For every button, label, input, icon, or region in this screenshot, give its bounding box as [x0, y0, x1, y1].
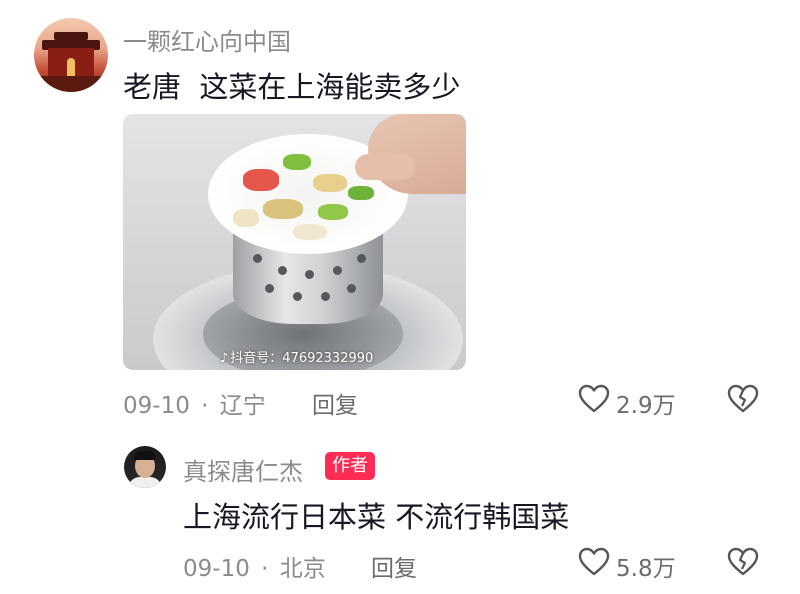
- comment-image[interactable]: ♪ 抖音号：47692332990: [123, 114, 466, 370]
- like-count: 5.8万: [616, 556, 676, 582]
- watermark-text: 抖音号：47692332990: [230, 351, 374, 366]
- image-watermark: ♪ 抖音号：47692332990: [220, 347, 373, 366]
- reply-button[interactable]: 回复: [312, 386, 358, 420]
- heart-outline-icon[interactable]: [578, 547, 610, 577]
- broken-heart-icon[interactable]: [727, 384, 759, 414]
- author-badge: 作者: [325, 452, 375, 480]
- avatar[interactable]: [34, 18, 108, 92]
- meta-separator: ·: [261, 556, 269, 582]
- reply-text: 上海流行日本菜 不流行韩国菜: [183, 500, 570, 534]
- comment-text: 老唐 这菜在上海能卖多少: [123, 70, 461, 104]
- reply-username[interactable]: 真探唐仁杰: [183, 452, 303, 487]
- meta-separator: ·: [201, 393, 209, 419]
- comment-location: 辽宁: [219, 393, 266, 419]
- comment-meta: 09-10 · 辽宁: [123, 386, 266, 420]
- reply-location: 北京: [279, 556, 326, 582]
- reply-date: 09-10: [183, 556, 250, 582]
- avatar[interactable]: [124, 446, 166, 488]
- broken-heart-icon[interactable]: [727, 547, 759, 577]
- like-count: 2.9万: [616, 393, 676, 419]
- reply-button[interactable]: 回复: [371, 549, 417, 583]
- tiktok-logo-icon: ♪: [220, 351, 229, 366]
- comment-username[interactable]: 一颗红心向中国: [123, 22, 291, 57]
- heart-outline-icon[interactable]: [578, 384, 610, 414]
- comment-date: 09-10: [123, 393, 190, 419]
- reply-meta: 09-10 · 北京: [183, 549, 326, 583]
